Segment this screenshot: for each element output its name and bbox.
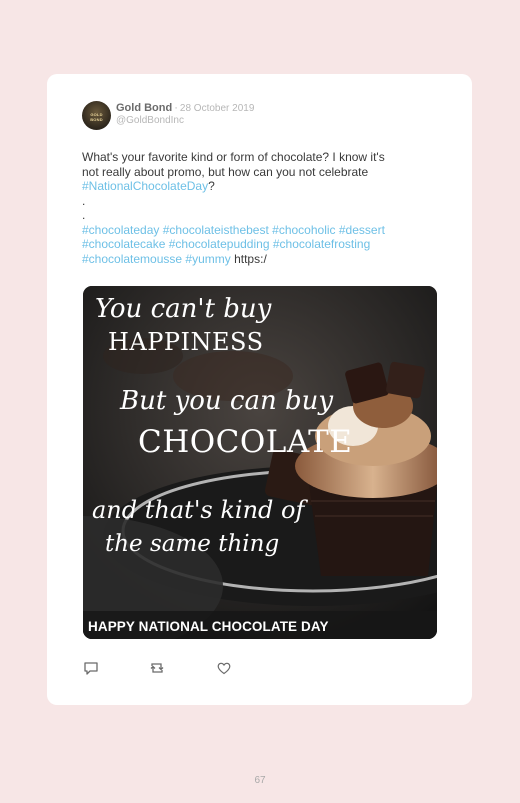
- post-date[interactable]: 28 October 2019: [180, 103, 255, 114]
- quote-line: HAPPINESS: [108, 328, 264, 356]
- quote-line: But you can buy: [120, 386, 334, 416]
- quote-line: You can't buy: [95, 294, 272, 324]
- hashtag-link[interactable]: #chocolateisthebest: [163, 223, 269, 237]
- tweet-text-line: not really about promo, but how can you …: [82, 164, 369, 179]
- avatar-logo-text: GOLD BOND: [90, 112, 103, 122]
- author-line: Gold Bond · 28 October 2019: [116, 102, 254, 114]
- hashtag-link[interactable]: #chocolatecake: [82, 237, 165, 251]
- quote-line: the same thing: [105, 531, 280, 557]
- tweet-card: GOLD BOND Gold Bond · 28 October 2019 @Gol…: [47, 74, 472, 705]
- hashtag-line: #chocolatecake #chocolatepudding #chocol…: [82, 237, 432, 252]
- hashtag-link[interactable]: #chocoholic: [272, 223, 335, 237]
- tweet-text-line: What's your favorite kind or form of cho…: [82, 150, 385, 164]
- hashtag-link[interactable]: #chocolatepudding: [169, 237, 270, 251]
- author-name[interactable]: Gold Bond: [116, 102, 172, 114]
- tweet-header: GOLD BOND Gold Bond · 28 October 2019 @Gol…: [82, 101, 442, 133]
- retweet-icon: [150, 663, 164, 673]
- dot-line: .: [82, 193, 86, 208]
- hashtag-link[interactable]: #yummy: [185, 252, 230, 266]
- reply-icon: [84, 662, 98, 675]
- page-number: 67: [254, 775, 266, 786]
- url-link[interactable]: https:/: [234, 252, 267, 266]
- hashtag-link[interactable]: #dessert: [339, 223, 385, 237]
- separator-dot: ·: [174, 102, 178, 114]
- hashtag-link[interactable]: #chocolatemousse: [82, 252, 182, 266]
- heart-icon: [217, 662, 231, 675]
- tweet-text: What's your favorite kind or form of cho…: [82, 150, 432, 266]
- reply-button[interactable]: [83, 660, 101, 678]
- hashtag-line: #chocolateday #chocolateisthebest #choco…: [82, 223, 432, 238]
- image-banner: HAPPY NATIONAL CHOCOLATE DAY: [88, 619, 329, 634]
- like-button[interactable]: [216, 660, 234, 678]
- hashtag-link[interactable]: #NationalChocolateDay: [82, 179, 208, 193]
- hashtag-line: #chocolatemousse #yummy https:/: [82, 252, 432, 267]
- dot-line: .: [82, 208, 86, 222]
- author-handle[interactable]: @GoldBondInc: [116, 115, 184, 126]
- retweet-button[interactable]: [149, 660, 167, 678]
- question-mark: ?: [208, 179, 215, 193]
- tweet-image[interactable]: You can't buy HAPPINESS But you can buy …: [83, 286, 437, 639]
- hashtag-link[interactable]: #chocolateday: [82, 223, 159, 237]
- tweet-actions: [83, 660, 283, 678]
- quote-line: CHOCOLATE: [138, 424, 353, 460]
- tweet-text-line: #NationalChocolateDay?: [82, 179, 432, 194]
- hashtag-link[interactable]: #chocolatefrosting: [273, 237, 370, 251]
- avatar[interactable]: GOLD BOND: [82, 101, 111, 130]
- quote-line: and that's kind of: [92, 496, 305, 524]
